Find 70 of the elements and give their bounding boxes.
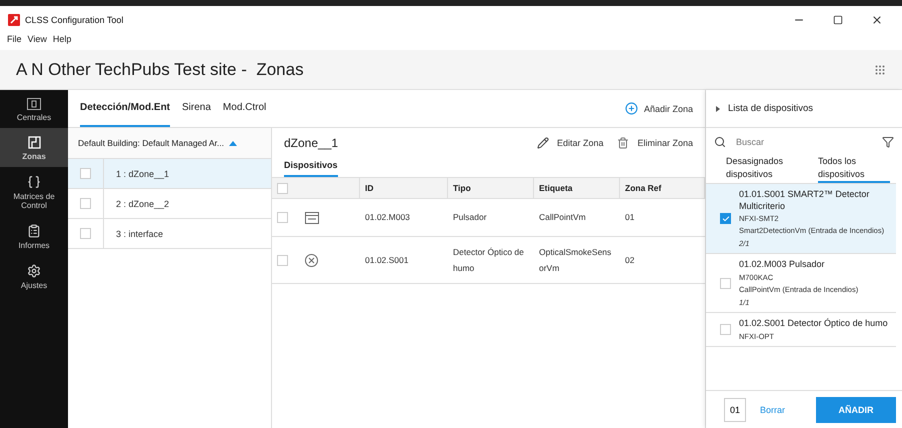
checkbox[interactable] xyxy=(720,324,731,335)
checkbox[interactable] xyxy=(720,278,731,289)
checkbox[interactable] xyxy=(720,213,731,224)
checkbox[interactable] xyxy=(80,198,91,209)
column-header: Etiqueta xyxy=(534,178,620,199)
plus-circle-icon xyxy=(624,102,638,115)
search-field[interactable]: Buscar xyxy=(734,136,874,148)
zone-row[interactable]: 3 : interface xyxy=(68,219,271,249)
expand-caret-icon[interactable] xyxy=(716,106,720,112)
nav-item[interactable]: Centrales xyxy=(0,90,68,128)
checkbox[interactable] xyxy=(80,168,91,179)
zone-title: dZone__1 xyxy=(284,136,340,150)
nav-item[interactable]: Matrices de Control xyxy=(0,167,68,216)
table-cell: 02 xyxy=(620,237,705,284)
zone-label[interactable]: 2 : dZone__2 xyxy=(104,189,271,218)
column-header: ID xyxy=(360,178,448,199)
braces-icon xyxy=(27,175,41,189)
menu-item[interactable]: View xyxy=(28,34,47,44)
clear-link[interactable]: Borrar xyxy=(760,404,786,414)
add-zone-button[interactable]: Añadir Zona xyxy=(624,90,693,127)
menu-item[interactable]: Help xyxy=(52,34,72,44)
zone-label[interactable]: 3 : interface xyxy=(104,219,271,248)
window-title: CLSS Configuration Tool xyxy=(25,15,124,25)
tab[interactable]: Sirena xyxy=(182,90,211,127)
caret-icon xyxy=(229,140,238,146)
table-cell: Detector Óptico de humo xyxy=(448,237,534,284)
building-group-header[interactable]: Default Building: Default Managed Ar... xyxy=(68,128,271,159)
clipboard-icon xyxy=(27,224,41,238)
nav-item[interactable]: Informes xyxy=(0,216,68,256)
pencil-icon xyxy=(536,137,549,149)
zone-row[interactable]: 1 : dZone__1 xyxy=(68,159,271,189)
detector-icon xyxy=(305,254,318,266)
zone-label[interactable]: 1 : dZone__1 xyxy=(104,159,271,188)
callpoint-icon xyxy=(305,212,319,224)
table-cell: Pulsador xyxy=(448,199,534,237)
table-cell: 01.02.S001 xyxy=(360,237,448,284)
column-header: Tipo xyxy=(448,178,534,199)
page-title: A N Other TechPubs Test site - Zonas xyxy=(16,60,305,80)
table-cell: 01.02.M003 xyxy=(360,199,448,237)
trash-icon xyxy=(617,137,630,149)
filter-icon[interactable] xyxy=(882,136,894,148)
tab[interactable]: Desasignados dispositivos xyxy=(726,155,798,184)
nav-item[interactable]: Ajustes xyxy=(0,256,68,296)
device-title: 01.02.M003 Pulsador xyxy=(739,259,826,272)
settings-icon xyxy=(27,264,41,278)
checkbox[interactable] xyxy=(277,254,288,266)
delete-zone-button[interactable]: Eliminar Zona xyxy=(617,137,693,149)
panel-icon xyxy=(27,98,41,110)
edit-zone-button[interactable]: Editar Zona xyxy=(536,137,604,149)
column-header: Zona Ref xyxy=(620,178,705,199)
app-logo-icon xyxy=(8,14,20,26)
close-icon xyxy=(871,14,883,26)
nav-item[interactable]: Zonas xyxy=(0,128,68,167)
checkbox[interactable] xyxy=(80,228,91,239)
quantity-field[interactable]: 01 xyxy=(724,398,746,422)
device-title: 01.01.S001 SMART2™ Detector Multicriterio xyxy=(739,189,870,212)
table-cell: 01 xyxy=(620,199,705,237)
apps-grid-icon[interactable] xyxy=(874,64,886,76)
checkbox[interactable] xyxy=(277,182,288,194)
maximize-icon xyxy=(833,15,843,25)
zone-row[interactable]: 2 : dZone__2 xyxy=(68,189,271,219)
device-title: 01.02.S001 Detector Óptico de humo xyxy=(739,318,888,330)
panel-title: Lista de dispositivos xyxy=(728,103,814,114)
menu-item[interactable]: File xyxy=(7,34,22,44)
table-cell: OpticalSmokeSensorVm xyxy=(534,237,620,284)
table-cell: CallPointVm xyxy=(534,199,620,237)
zone-icon xyxy=(28,136,40,149)
search-icon xyxy=(714,136,726,148)
checkbox[interactable] xyxy=(277,212,288,223)
tab[interactable]: Mod.Ctrol xyxy=(222,90,266,127)
